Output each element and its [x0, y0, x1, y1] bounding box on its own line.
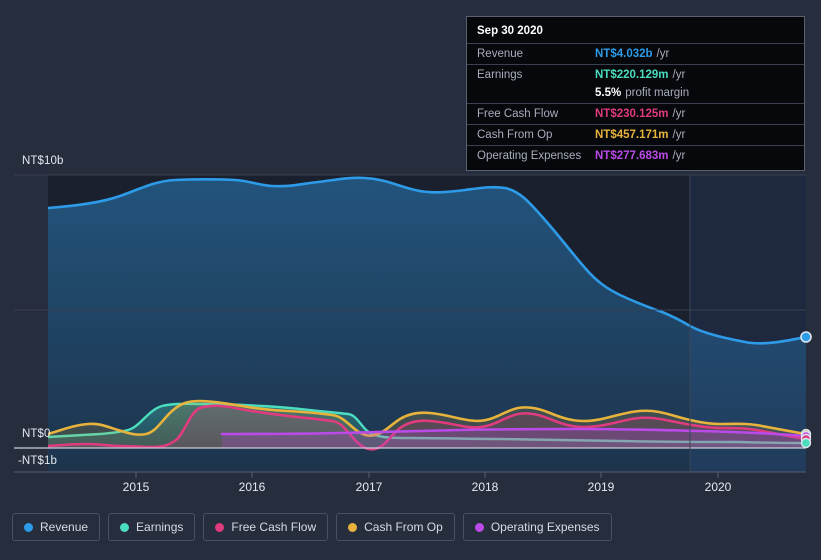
- legend-item-operating-expenses[interactable]: Operating Expenses: [462, 513, 612, 541]
- tooltip-metric-value: NT$277.683m: [595, 150, 669, 162]
- x-axis-ticks: [135, 472, 719, 478]
- tooltip-metric-label: Revenue: [477, 48, 524, 60]
- legend-item-revenue[interactable]: Revenue: [12, 513, 101, 541]
- tooltip-row-cash-from-op: Cash From Op NT$457.171m/yr: [467, 124, 804, 145]
- tooltip-row-operating-expenses: Operating Expenses NT$277.683m/yr: [467, 145, 804, 166]
- legend-item-earnings[interactable]: Earnings: [108, 513, 196, 541]
- tooltip-metric-unit: /yr: [672, 129, 686, 141]
- tooltip-profit-margin-value: 5.5%: [595, 87, 622, 99]
- chart-legend[interactable]: Revenue Earnings Free Cash Flow Cash From O…: [12, 513, 612, 541]
- tooltip-row-revenue: Revenue NT$4.032b/yr: [467, 43, 804, 64]
- tooltip-date: Sep 30 2020: [477, 25, 543, 37]
- x-axis-tick-2020: 2020: [704, 480, 732, 494]
- tooltip-row-free-cash-flow: Free Cash Flow NT$230.125m/yr: [467, 103, 804, 124]
- legend-item-label: Revenue: [40, 520, 89, 534]
- tooltip-metric-unit: /yr: [672, 69, 686, 81]
- tooltip-metric-value: NT$4.032b: [595, 48, 653, 60]
- tooltip-rows: Revenue NT$4.032b/yr Earnings NT$220.129m/y…: [467, 43, 804, 166]
- tooltip-metric-value: NT$220.129m: [595, 69, 669, 81]
- tooltip-row-profit-margin: 5.5% profit margin: [467, 85, 804, 103]
- endpoint-marker-earnings: [800, 437, 812, 449]
- legend-color-dot-icon: [120, 522, 130, 532]
- tooltip-metric-label: Free Cash Flow: [477, 108, 559, 120]
- legend-color-dot-icon: [348, 522, 358, 532]
- tooltip-metric-label: Operating Expenses: [477, 150, 582, 162]
- legend-item-cash-from-op[interactable]: Cash From Op: [336, 513, 455, 541]
- tooltip-metric-value: NT$230.125m: [595, 108, 669, 120]
- tooltip-row-earnings: Earnings NT$220.129m/yr: [467, 64, 804, 85]
- legend-color-dot-icon: [474, 522, 484, 532]
- tooltip-metric-value: NT$457.171m: [595, 129, 669, 141]
- endpoint-marker-revenue: [800, 331, 812, 343]
- x-axis-tick-2017: 2017: [355, 480, 383, 494]
- x-axis-tick-2016: 2016: [238, 480, 266, 494]
- tooltip-metric-unit: /yr: [656, 48, 670, 60]
- tooltip-metric-unit: /yr: [672, 150, 686, 162]
- legend-item-free-cash-flow[interactable]: Free Cash Flow: [203, 513, 329, 541]
- tooltip-profit-margin-label: profit margin: [625, 87, 690, 99]
- legend-item-label: Cash From Op: [364, 520, 443, 534]
- financial-chart: NT$10b NT$0 -NT$1b 2015 2016 2017 2018 2019 2…: [0, 0, 821, 560]
- tooltip-metric-label: Cash From Op: [477, 129, 553, 141]
- x-axis-tick-2015: 2015: [122, 480, 150, 494]
- data-tooltip: Sep 30 2020 Revenue NT$4.032b/yr Earnings N…: [466, 16, 805, 171]
- legend-item-label: Operating Expenses: [490, 520, 600, 534]
- x-axis-tick-2018: 2018: [471, 480, 499, 494]
- legend-color-dot-icon: [215, 522, 225, 532]
- legend-item-label: Free Cash Flow: [231, 520, 317, 534]
- legend-item-label: Earnings: [136, 520, 184, 534]
- legend-color-dot-icon: [24, 522, 33, 532]
- tooltip-metric-label: Earnings: [477, 69, 523, 81]
- x-axis-tick-2019: 2019: [587, 480, 615, 494]
- tooltip-metric-unit: /yr: [672, 108, 686, 120]
